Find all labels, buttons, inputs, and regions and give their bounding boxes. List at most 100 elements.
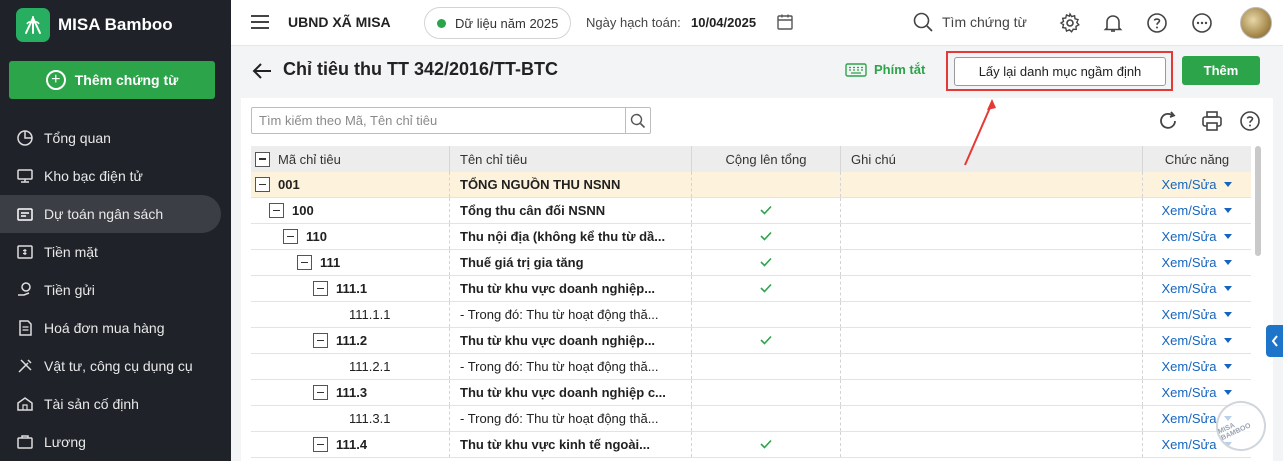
caret-down-icon[interactable] <box>1224 338 1233 343</box>
table-row[interactable]: 001 TỔNG NGUỒN THU NSNN Xem/Sửa <box>251 172 1251 198</box>
view-edit-button[interactable]: Xem/Sửa <box>1162 255 1233 270</box>
sidebar-item-label: Tài sản cố định <box>44 396 139 412</box>
add-button[interactable]: Thêm <box>1182 56 1260 85</box>
collapse-toggle[interactable] <box>297 255 312 270</box>
cell-sum <box>692 276 841 301</box>
back-arrow-icon[interactable] <box>251 61 273 81</box>
collapse-all-toggle[interactable] <box>255 151 270 167</box>
caret-down-icon[interactable] <box>1224 208 1233 213</box>
deposit-icon <box>16 281 34 299</box>
avatar[interactable] <box>1240 7 1272 39</box>
sidebar-item-deposit[interactable]: Tiền gửi <box>0 271 231 309</box>
reset-default-list-button[interactable]: Lấy lại danh mục ngầm định <box>954 57 1166 86</box>
view-edit-button[interactable]: Xem/Sửa <box>1162 281 1233 296</box>
caret-down-icon[interactable] <box>1224 260 1233 265</box>
indicator-code: 001 <box>278 177 300 192</box>
table-row[interactable]: 100 Tổng thu cân đối NSNN Xem/Sửa <box>251 198 1251 224</box>
check-icon <box>760 255 772 270</box>
asset-icon <box>16 395 34 413</box>
sidebar-item-treasury[interactable]: Kho bạc điện tử <box>0 157 231 195</box>
collapse-toggle[interactable] <box>283 229 298 244</box>
caret-down-icon[interactable] <box>1224 234 1233 239</box>
sidebar-item-supplies[interactable]: Vật tư, công cụ dụng cụ <box>0 347 231 385</box>
organization-name: UBND XÃ MISA <box>288 14 391 30</box>
view-edit-button[interactable]: Xem/Sửa <box>1162 333 1233 348</box>
search-button[interactable] <box>625 108 650 133</box>
shortcut-button[interactable]: Phím tắt <box>845 62 925 77</box>
caret-down-icon[interactable] <box>1224 286 1233 291</box>
shortcut-label: Phím tắt <box>874 62 926 77</box>
voucher-search[interactable]: Tìm chứng từ <box>912 11 1027 33</box>
bell-icon[interactable] <box>1102 12 1124 34</box>
view-edit-label: Xem/Sửa <box>1161 177 1217 192</box>
collapse-toggle[interactable] <box>313 385 328 400</box>
menu-icon[interactable] <box>251 15 269 31</box>
more-icon[interactable] <box>1191 12 1213 34</box>
collapse-toggle[interactable] <box>269 203 284 218</box>
year-data-selector[interactable]: Dữ liệu năm 2025 <box>424 7 571 39</box>
table-row[interactable]: 111.1.1 - Trong đó: Thu từ hoạt động thă.… <box>251 302 1251 328</box>
sidebar-item-label: Dự toán ngân sách <box>44 206 164 222</box>
cell-code: 111.3.1 <box>251 406 450 431</box>
caret-down-icon[interactable] <box>1224 390 1233 395</box>
view-edit-button[interactable]: Xem/Sửa <box>1162 229 1233 244</box>
vertical-scrollbar[interactable] <box>1255 146 1261 256</box>
sidebar-item-invoice[interactable]: Hoá đơn mua hàng <box>0 309 231 347</box>
cell-code: 110 <box>251 224 450 249</box>
app-logo[interactable]: MISA Bamboo <box>16 8 173 42</box>
table-row[interactable]: 111.1 Thu từ khu vực doanh nghiệp... Xem/S… <box>251 276 1251 302</box>
help-icon[interactable] <box>1146 12 1168 34</box>
search-input[interactable] <box>252 108 627 133</box>
search-icon <box>630 113 646 128</box>
table-row[interactable]: 111.3 Thu từ khu vực doanh nghiệp c... Xem… <box>251 380 1251 406</box>
view-edit-button[interactable]: Xem/Sửa <box>1162 177 1233 192</box>
indicator-name: Tổng thu cân đối NSNN <box>450 198 692 223</box>
gear-icon[interactable] <box>1059 12 1081 34</box>
collapse-toggle[interactable] <box>255 177 270 192</box>
indicator-name: Thu từ khu vực doanh nghiệp c... <box>450 380 692 405</box>
table-row[interactable]: 111.3.1 - Trong đó: Thu từ hoạt động thă.… <box>251 406 1251 432</box>
sidebar-item-overview[interactable]: Tổng quan <box>0 119 231 157</box>
table-row[interactable]: 110 Thu nội địa (không kể thu từ dầ... Xem… <box>251 224 1251 250</box>
collapse-toggle[interactable] <box>313 333 328 348</box>
table-row[interactable]: 111.4 Thu từ khu vực kinh tế ngoài... Xem/… <box>251 432 1251 458</box>
collapse-toggle[interactable] <box>313 281 328 296</box>
indicator-code: 111.2.1 <box>349 359 391 374</box>
view-edit-button[interactable]: Xem/Sửa <box>1162 203 1233 218</box>
caret-down-icon[interactable] <box>1224 182 1233 187</box>
print-icon[interactable] <box>1201 110 1223 132</box>
cell-note <box>841 250 1143 275</box>
cell-note <box>841 302 1143 327</box>
sidebar-item-salary[interactable]: Lương <box>0 423 231 461</box>
sidebar-item-label: Tổng quan <box>44 130 111 146</box>
cell-action: Xem/Sửa <box>1143 224 1251 249</box>
refresh-icon[interactable] <box>1157 110 1179 132</box>
cell-note <box>841 276 1143 301</box>
check-icon <box>760 203 772 218</box>
sidebar: MISA Bamboo + Thêm chứng từ Tổng quan Kh… <box>0 0 231 461</box>
view-edit-button[interactable]: Xem/Sửa <box>1162 307 1233 322</box>
cell-sum <box>692 432 841 457</box>
sidebar-item-budget[interactable]: Dự toán ngân sách <box>0 195 221 233</box>
budget-icon <box>16 205 34 223</box>
view-edit-button[interactable]: Xem/Sửa <box>1162 385 1233 400</box>
add-voucher-button[interactable]: + Thêm chứng từ <box>9 61 215 99</box>
side-panel-toggle[interactable] <box>1266 325 1283 357</box>
caret-down-icon[interactable] <box>1224 312 1233 317</box>
collapse-toggle[interactable] <box>313 437 328 452</box>
view-edit-label: Xem/Sửa <box>1161 437 1217 452</box>
table-row[interactable]: 111 Thuế giá trị gia tăng Xem/Sửa <box>251 250 1251 276</box>
accounting-date-value[interactable]: 10/04/2025 <box>691 15 756 30</box>
indicator-code: 111.1 <box>336 281 368 296</box>
main-content: Chỉ tiêu thu TT 342/2016/TT-BTC Phím tắt… <box>231 46 1283 461</box>
table-row[interactable]: 111.2.1 - Trong đó: Thu từ hoạt động thă.… <box>251 354 1251 380</box>
help-icon[interactable] <box>1239 110 1261 132</box>
plus-icon: + <box>45 70 66 90</box>
sidebar-item-fixed-assets[interactable]: Tài sản cố định <box>0 385 231 423</box>
table-row[interactable]: 111.2 Thu từ khu vực doanh nghiệp... Xem/S… <box>251 328 1251 354</box>
view-edit-button[interactable]: Xem/Sửa <box>1162 359 1233 374</box>
calendar-icon[interactable] <box>776 13 794 31</box>
sidebar-item-cash[interactable]: Tiền mặt <box>0 233 231 271</box>
cell-action: Xem/Sửa <box>1143 302 1251 327</box>
caret-down-icon[interactable] <box>1224 364 1233 369</box>
